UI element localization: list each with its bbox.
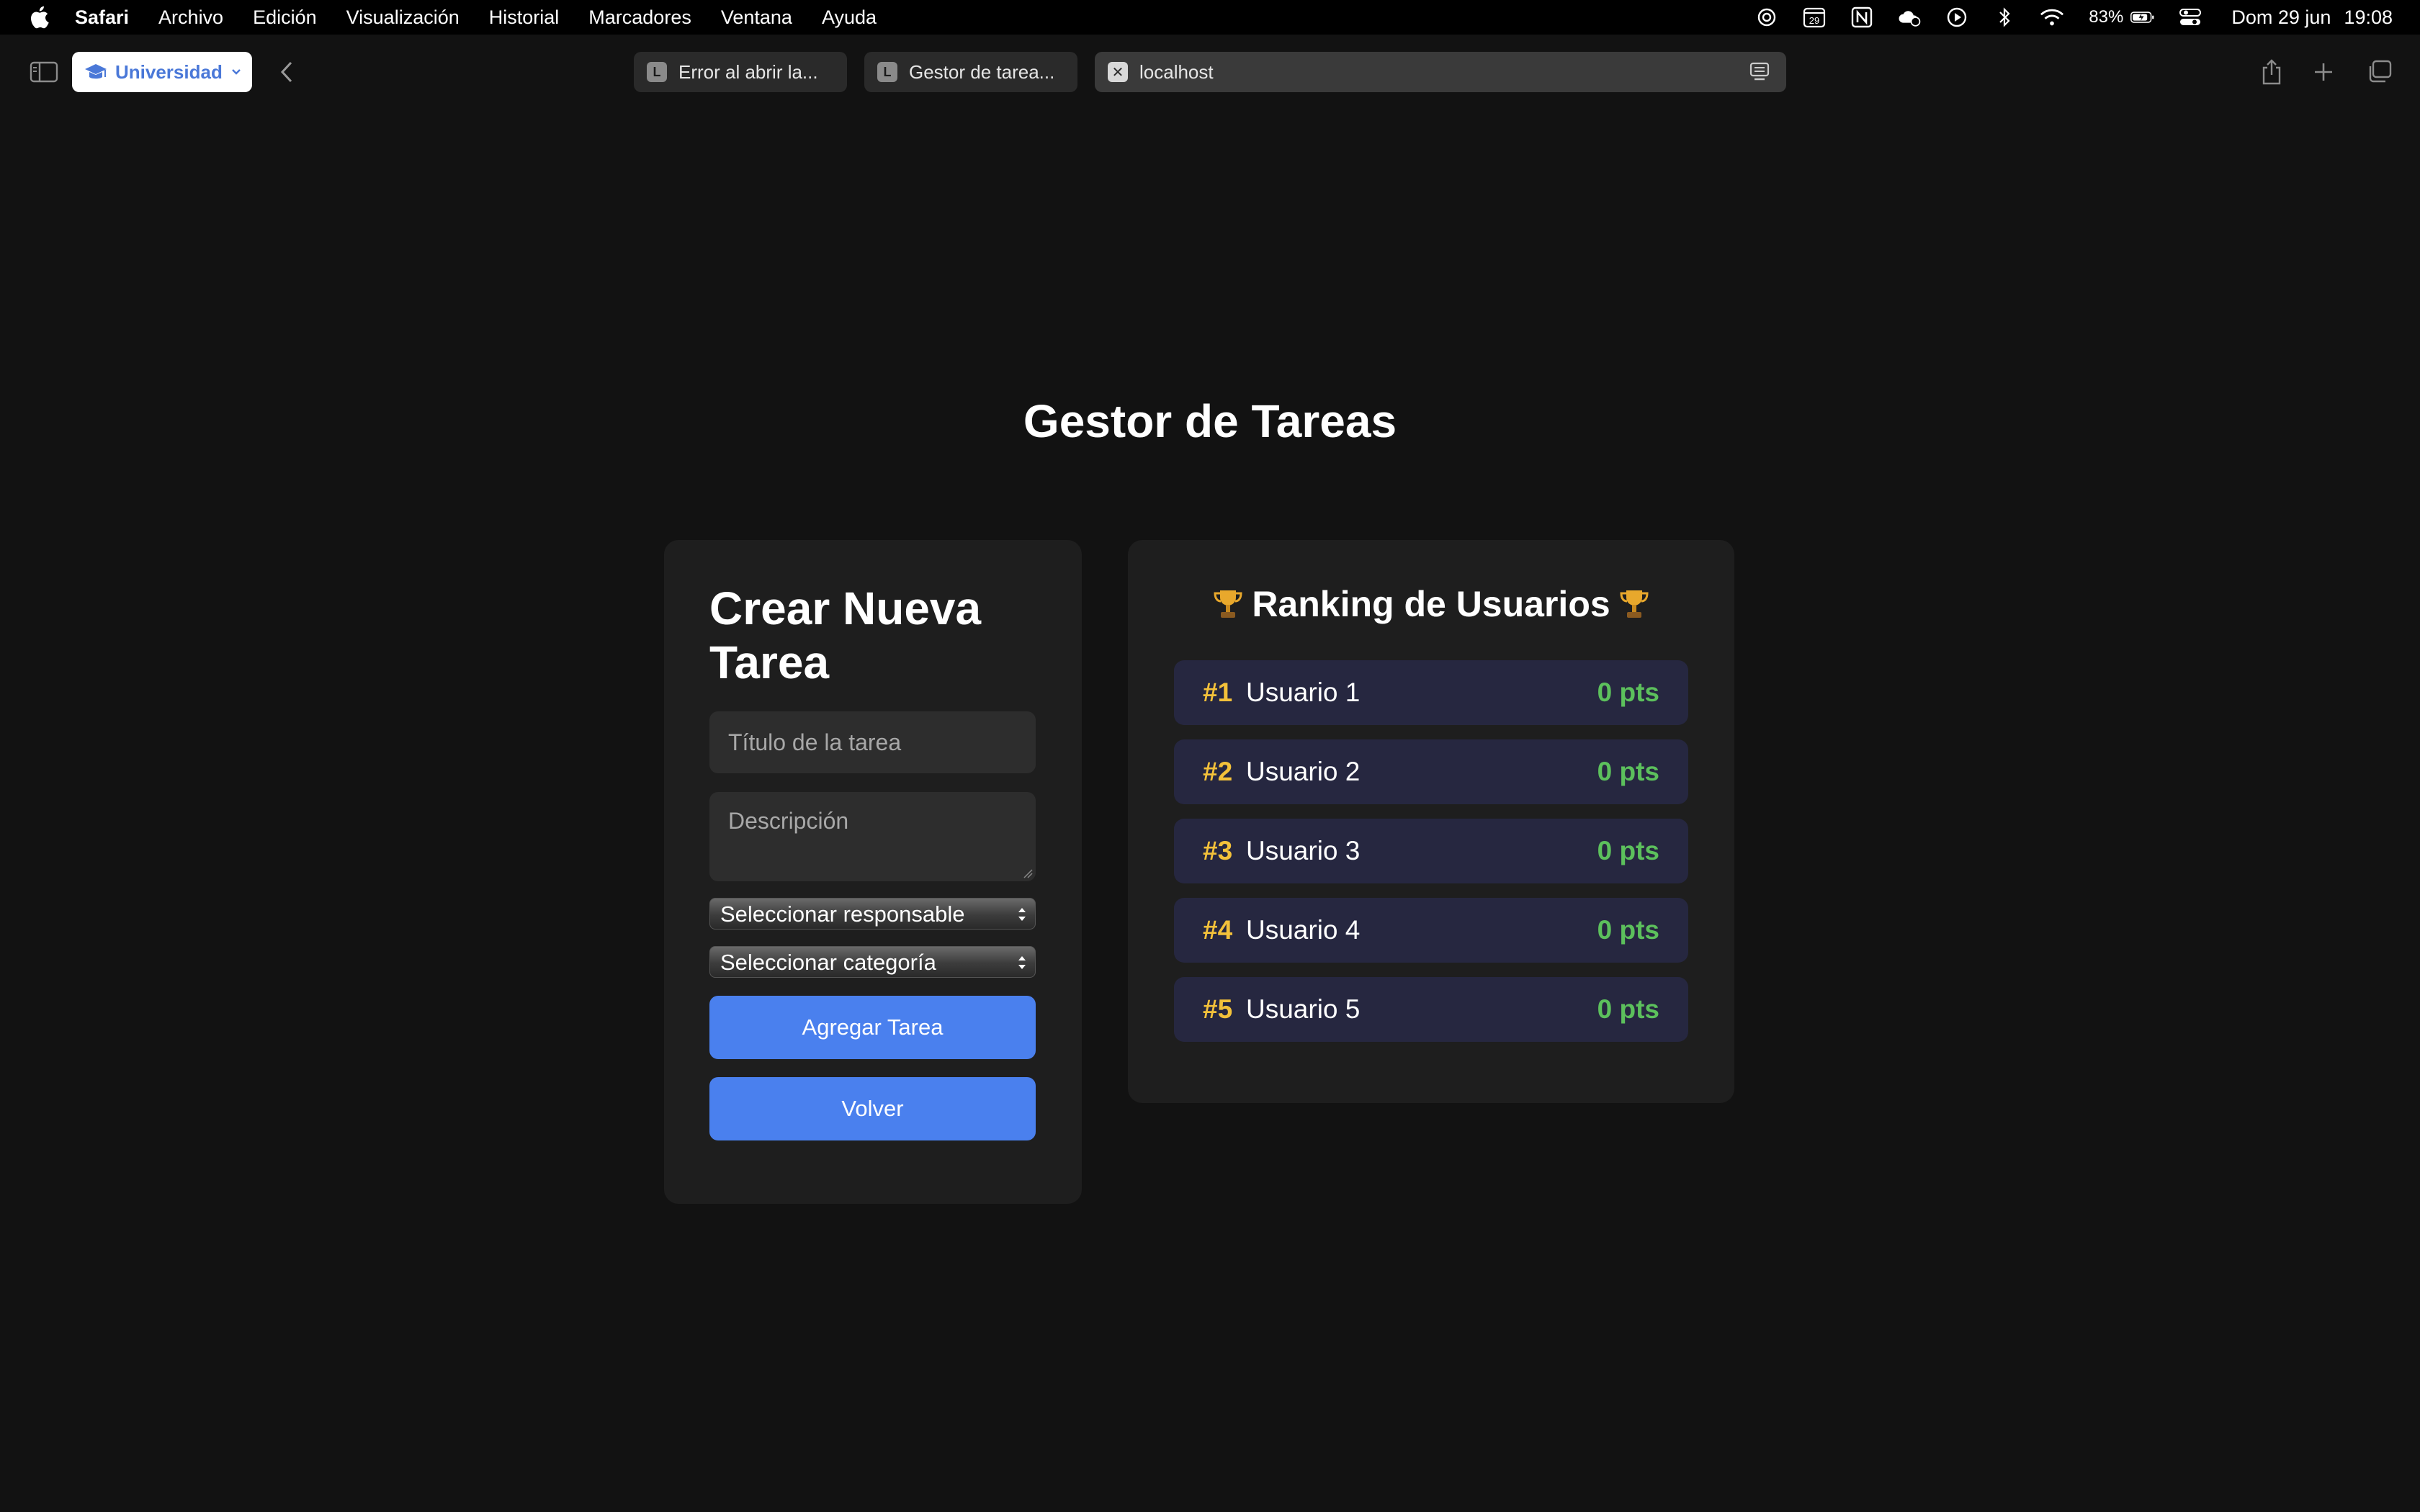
battery-percentage: 83% [2089, 7, 2124, 27]
ranking-row: #5 Usuario 5 0 pts [1174, 977, 1688, 1042]
profile-name: Universidad [115, 60, 223, 83]
graduation-cap-icon [85, 64, 107, 79]
ranking-points: 0 pts [1597, 994, 1659, 1024]
menu-bar: Safari Archivo Edición Visualización His… [0, 0, 2420, 35]
ranking-points: 0 pts [1597, 836, 1659, 865]
description-placeholder: Descripción [728, 808, 849, 834]
select-arrows-icon [1018, 908, 1026, 921]
chevron-down-icon [231, 69, 241, 75]
svg-text:29: 29 [1809, 15, 1819, 26]
browser-toolbar: Universidad L Error al abrir la... L Ges… [0, 35, 2420, 109]
tab-gestor[interactable]: L Gestor de tarea... [864, 52, 1077, 92]
calendar-icon[interactable]: 29 [1802, 5, 1827, 30]
select-arrows-icon [1018, 956, 1026, 969]
tab-error[interactable]: L Error al abrir la... [634, 52, 847, 92]
cloud-sync-icon[interactable] [1897, 5, 1922, 30]
resize-grip-icon[interactable] [1021, 867, 1033, 878]
apple-menu-icon[interactable] [29, 5, 49, 30]
clock-date: Dom 29 jun [2231, 6, 2331, 28]
notion-icon[interactable] [1850, 5, 1874, 30]
trophy-icon [1214, 590, 1242, 618]
menu-historial[interactable]: Historial [489, 6, 560, 29]
menu-safari[interactable]: Safari [75, 6, 129, 29]
ranking-position: #4 [1203, 915, 1233, 945]
responsible-select[interactable]: Seleccionar responsable [709, 898, 1036, 930]
ranking-user-name: Usuario 3 [1246, 836, 1361, 865]
ranking-points: 0 pts [1597, 678, 1659, 707]
create-task-heading: Crear Nueva Tarea [709, 582, 982, 688]
ranking-position: #5 [1203, 994, 1233, 1024]
ranking-row: #4 Usuario 4 0 pts [1174, 898, 1688, 963]
ranking-user-name: Usuario 4 [1246, 915, 1361, 945]
ranking-user-name: Usuario 1 [1246, 678, 1361, 707]
share-icon[interactable] [2257, 55, 2286, 89]
task-title-input[interactable]: Título de la tarea [709, 711, 1036, 773]
ranking-user-name: Usuario 2 [1246, 757, 1361, 786]
tab-label: Error al abrir la... [678, 60, 818, 83]
ranking-user-name: Usuario 5 [1246, 994, 1361, 1024]
ranking-points: 0 pts [1597, 757, 1659, 786]
create-task-card: Crear Nueva Tarea Título de la tarea Des… [664, 540, 1082, 1204]
ranking-row: #1 Usuario 1 0 pts [1174, 660, 1688, 725]
tab-label: localhost [1139, 60, 1214, 83]
menu-archivo[interactable]: Archivo [158, 6, 223, 29]
task-description-textarea[interactable]: Descripción [709, 792, 1036, 881]
chatgpt-icon[interactable] [1754, 5, 1779, 30]
menu-edicion[interactable]: Edición [253, 6, 317, 29]
back-button[interactable]: Volver [709, 1077, 1036, 1140]
wifi-icon[interactable] [2040, 5, 2064, 30]
ranking-position: #3 [1203, 836, 1233, 865]
menu-visualizacion[interactable]: Visualización [346, 6, 460, 29]
menu-ventana[interactable]: Ventana [721, 6, 792, 29]
tab-favicon: L [877, 62, 897, 82]
status-area: 29 83% Dom 29 jun 19:08 [1731, 0, 2393, 35]
responsible-select-value: Seleccionar responsable [720, 901, 965, 927]
tab-favicon: ✕ [1108, 62, 1128, 82]
add-task-button[interactable]: Agregar Tarea [709, 996, 1036, 1059]
page-title: Gestor de Tareas [1023, 395, 1397, 447]
ranking-row: #2 Usuario 2 0 pts [1174, 739, 1688, 804]
tab-favicon: L [647, 62, 667, 82]
battery-icon[interactable] [2130, 5, 2155, 30]
ranking-title: Ranking de Usuarios [1252, 584, 1610, 624]
menu-ayuda[interactable]: Ayuda [822, 6, 877, 29]
ranking-points: 0 pts [1597, 915, 1659, 945]
sidebar-toggle-icon[interactable] [27, 58, 60, 86]
menu-marcadores[interactable]: Marcadores [588, 6, 691, 29]
ranking-row: #3 Usuario 3 0 pts [1174, 819, 1688, 883]
profile-selector[interactable]: Universidad [72, 52, 252, 92]
ranking-heading: Ranking de Usuarios [1128, 583, 1734, 625]
tab-localhost[interactable]: ✕ localhost [1095, 52, 1786, 92]
tab-overview-icon[interactable] [2364, 58, 2394, 86]
category-select[interactable]: Seleccionar categoría [709, 946, 1036, 978]
ranking-card: Ranking de Usuarios #1 Usuario 1 0 pts #… [1128, 540, 1734, 1103]
tab-label: Gestor de tarea... [909, 60, 1055, 83]
control-center-icon[interactable] [2178, 5, 2202, 30]
ranking-position: #2 [1203, 757, 1233, 786]
clock-time: 19:08 [2344, 6, 2393, 28]
new-tab-icon[interactable] [2309, 58, 2338, 86]
menubar-clock[interactable]: Dom 29 jun 19:08 [2231, 6, 2393, 29]
bluetooth-icon[interactable] [1992, 5, 2017, 30]
reader-icon[interactable] [1749, 61, 1770, 83]
play-icon[interactable] [1945, 5, 1969, 30]
trophy-icon [1620, 590, 1649, 618]
ranking-position: #1 [1203, 678, 1233, 707]
category-select-value: Seleccionar categoría [720, 950, 936, 975]
back-icon[interactable] [272, 56, 301, 88]
